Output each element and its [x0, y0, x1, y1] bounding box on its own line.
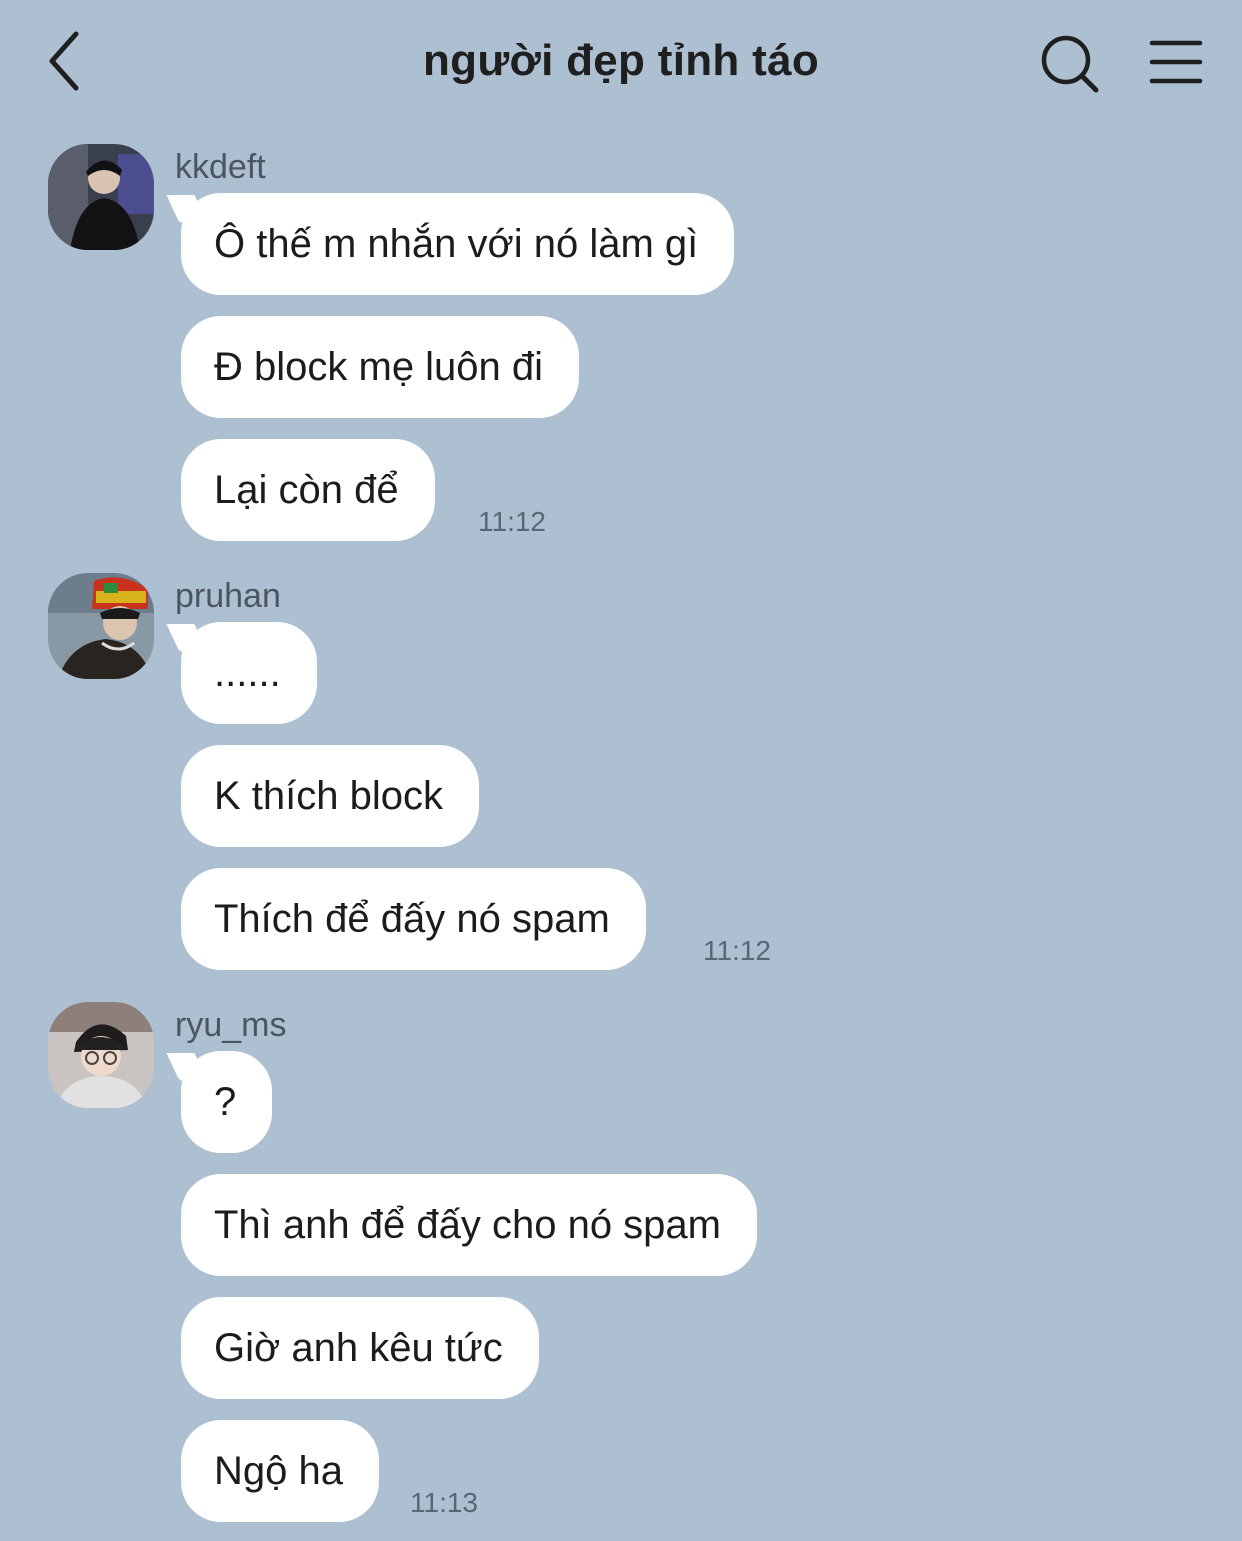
menu-icon: [1149, 40, 1203, 84]
avatar-kkdeft[interactable]: [48, 144, 154, 250]
search-icon: [1041, 35, 1099, 93]
avatar-pruhan[interactable]: [48, 573, 154, 679]
message-timestamp: 11:12: [703, 935, 771, 966]
search-button[interactable]: [1038, 32, 1102, 96]
message-timestamp: 11:12: [478, 506, 546, 537]
message-bubble[interactable]: Đ block mẹ luôn đi: [181, 316, 580, 418]
sender-name: kkdeft: [175, 148, 266, 186]
menu-button[interactable]: [1148, 38, 1204, 88]
message-bubble[interactable]: Lại còn để: [181, 439, 435, 541]
message-bubble[interactable]: Thì anh để đấy cho nó spam: [181, 1174, 757, 1276]
avatar-ryu-ms[interactable]: [48, 1002, 154, 1108]
message-bubble[interactable]: Ô thế m nhắn với nó làm gì: [181, 193, 735, 295]
message-timestamp: 11:13: [410, 1487, 478, 1518]
message-bubble[interactable]: Ngộ ha: [181, 1420, 379, 1522]
message-bubble[interactable]: ?: [181, 1051, 273, 1153]
message-bubble[interactable]: ......: [181, 622, 317, 724]
message-bubble[interactable]: Thích để đấy nó spam: [181, 868, 646, 970]
sender-name: ryu_ms: [175, 1006, 287, 1044]
sender-name: pruhan: [175, 577, 281, 615]
message-bubble[interactable]: K thích block: [181, 745, 480, 847]
chat-header: người đẹp tỉnh táo: [0, 0, 1242, 125]
message-bubble[interactable]: Giờ anh kêu tức: [181, 1297, 539, 1399]
